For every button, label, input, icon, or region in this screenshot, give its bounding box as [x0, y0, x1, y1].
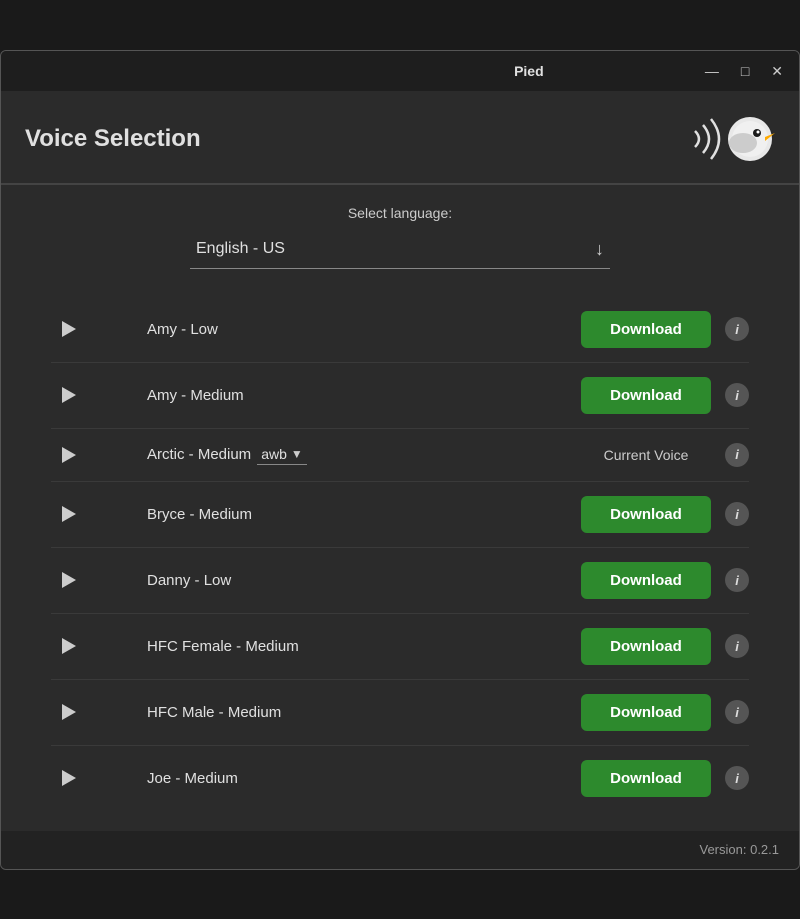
info-icon: i — [725, 634, 749, 658]
voice-name-text: Bryce - Medium — [147, 506, 581, 523]
language-section: Select language: English - US ↓ — [51, 205, 749, 269]
play-icon — [62, 447, 76, 463]
voice-name-text: Arctic - Medium — [147, 446, 251, 463]
window-title: Pied — [357, 63, 701, 79]
info-button[interactable]: i — [725, 766, 749, 790]
current-voice-label: Current Voice — [581, 447, 711, 463]
voice-row: Bryce - MediumDownload i — [51, 482, 749, 548]
app-logo — [685, 109, 775, 169]
language-selected: English - US — [196, 240, 285, 258]
info-button[interactable]: i — [725, 383, 749, 407]
voice-row: Amy - LowDownload i — [51, 297, 749, 363]
play-icon — [62, 704, 76, 720]
info-button[interactable]: i — [725, 443, 749, 467]
voice-row: Arctic - Medium awb ▼ Current Voice i — [51, 429, 749, 482]
main-content: Select language: English - US ↓ Amy - Lo… — [1, 185, 799, 831]
play-button[interactable] — [51, 770, 87, 786]
info-icon: i — [725, 568, 749, 592]
voice-name-text: HFC Male - Medium — [147, 704, 581, 721]
download-button[interactable]: Download — [581, 496, 711, 533]
play-button[interactable] — [51, 638, 87, 654]
play-icon — [62, 572, 76, 588]
play-button[interactable] — [51, 506, 87, 522]
play-button[interactable] — [51, 387, 87, 403]
app-window: Pied — □ ✕ Voice Selection — [0, 50, 800, 870]
voice-list: Amy - LowDownloadiAmy - MediumDownloadiA… — [51, 297, 749, 811]
download-button[interactable]: Download — [581, 760, 711, 797]
info-icon: i — [725, 766, 749, 790]
download-button[interactable]: Download — [581, 628, 711, 665]
download-button[interactable]: Download — [581, 694, 711, 731]
header: Voice Selection — [1, 91, 799, 185]
voice-row: Danny - LowDownload i — [51, 548, 749, 614]
play-icon — [62, 506, 76, 522]
download-button[interactable]: Download — [581, 562, 711, 599]
page-title: Voice Selection — [25, 125, 201, 153]
info-icon: i — [725, 443, 749, 467]
voice-row: HFC Female - MediumDownload i — [51, 614, 749, 680]
download-button[interactable]: Download — [581, 377, 711, 414]
language-dropdown-arrow-icon: ↓ — [595, 239, 604, 260]
play-button[interactable] — [51, 447, 87, 463]
version-label: Version: 0.2.1 — [700, 842, 780, 857]
info-button[interactable]: i — [725, 634, 749, 658]
maximize-button[interactable]: □ — [737, 62, 753, 80]
voice-format-dropdown[interactable]: awb ▼ — [257, 444, 307, 465]
info-button[interactable]: i — [725, 568, 749, 592]
play-icon — [62, 638, 76, 654]
download-button[interactable]: Download — [581, 311, 711, 348]
play-button[interactable] — [51, 704, 87, 720]
footer: Version: 0.2.1 — [1, 831, 799, 869]
voice-row: Joe - MediumDownload i — [51, 746, 749, 811]
info-icon: i — [725, 502, 749, 526]
play-button[interactable] — [51, 321, 87, 337]
info-icon: i — [725, 383, 749, 407]
window-controls: — □ ✕ — [701, 62, 787, 80]
play-icon — [62, 770, 76, 786]
close-button[interactable]: ✕ — [767, 62, 787, 80]
play-icon — [62, 321, 76, 337]
voice-name-text: HFC Female - Medium — [147, 638, 581, 655]
info-icon: i — [725, 700, 749, 724]
play-button[interactable] — [51, 572, 87, 588]
titlebar: Pied — □ ✕ — [1, 51, 799, 91]
language-dropdown[interactable]: English - US ↓ — [190, 231, 610, 269]
info-button[interactable]: i — [725, 317, 749, 341]
voice-row: HFC Male - MediumDownload i — [51, 680, 749, 746]
voice-format-arrow-icon: ▼ — [291, 447, 303, 461]
language-label: Select language: — [51, 205, 749, 221]
voice-name-container: Arctic - Medium awb ▼ — [147, 444, 581, 465]
minimize-button[interactable]: — — [701, 62, 723, 80]
voice-row: Amy - MediumDownload i — [51, 363, 749, 429]
info-button[interactable]: i — [725, 502, 749, 526]
voice-format-text: awb — [261, 446, 287, 462]
voice-name-text: Joe - Medium — [147, 770, 581, 787]
voice-name-text: Amy - Medium — [147, 387, 581, 404]
voice-name-text: Amy - Low — [147, 321, 581, 338]
play-icon — [62, 387, 76, 403]
info-icon: i — [725, 317, 749, 341]
info-button[interactable]: i — [725, 700, 749, 724]
voice-name-text: Danny - Low — [147, 572, 581, 589]
